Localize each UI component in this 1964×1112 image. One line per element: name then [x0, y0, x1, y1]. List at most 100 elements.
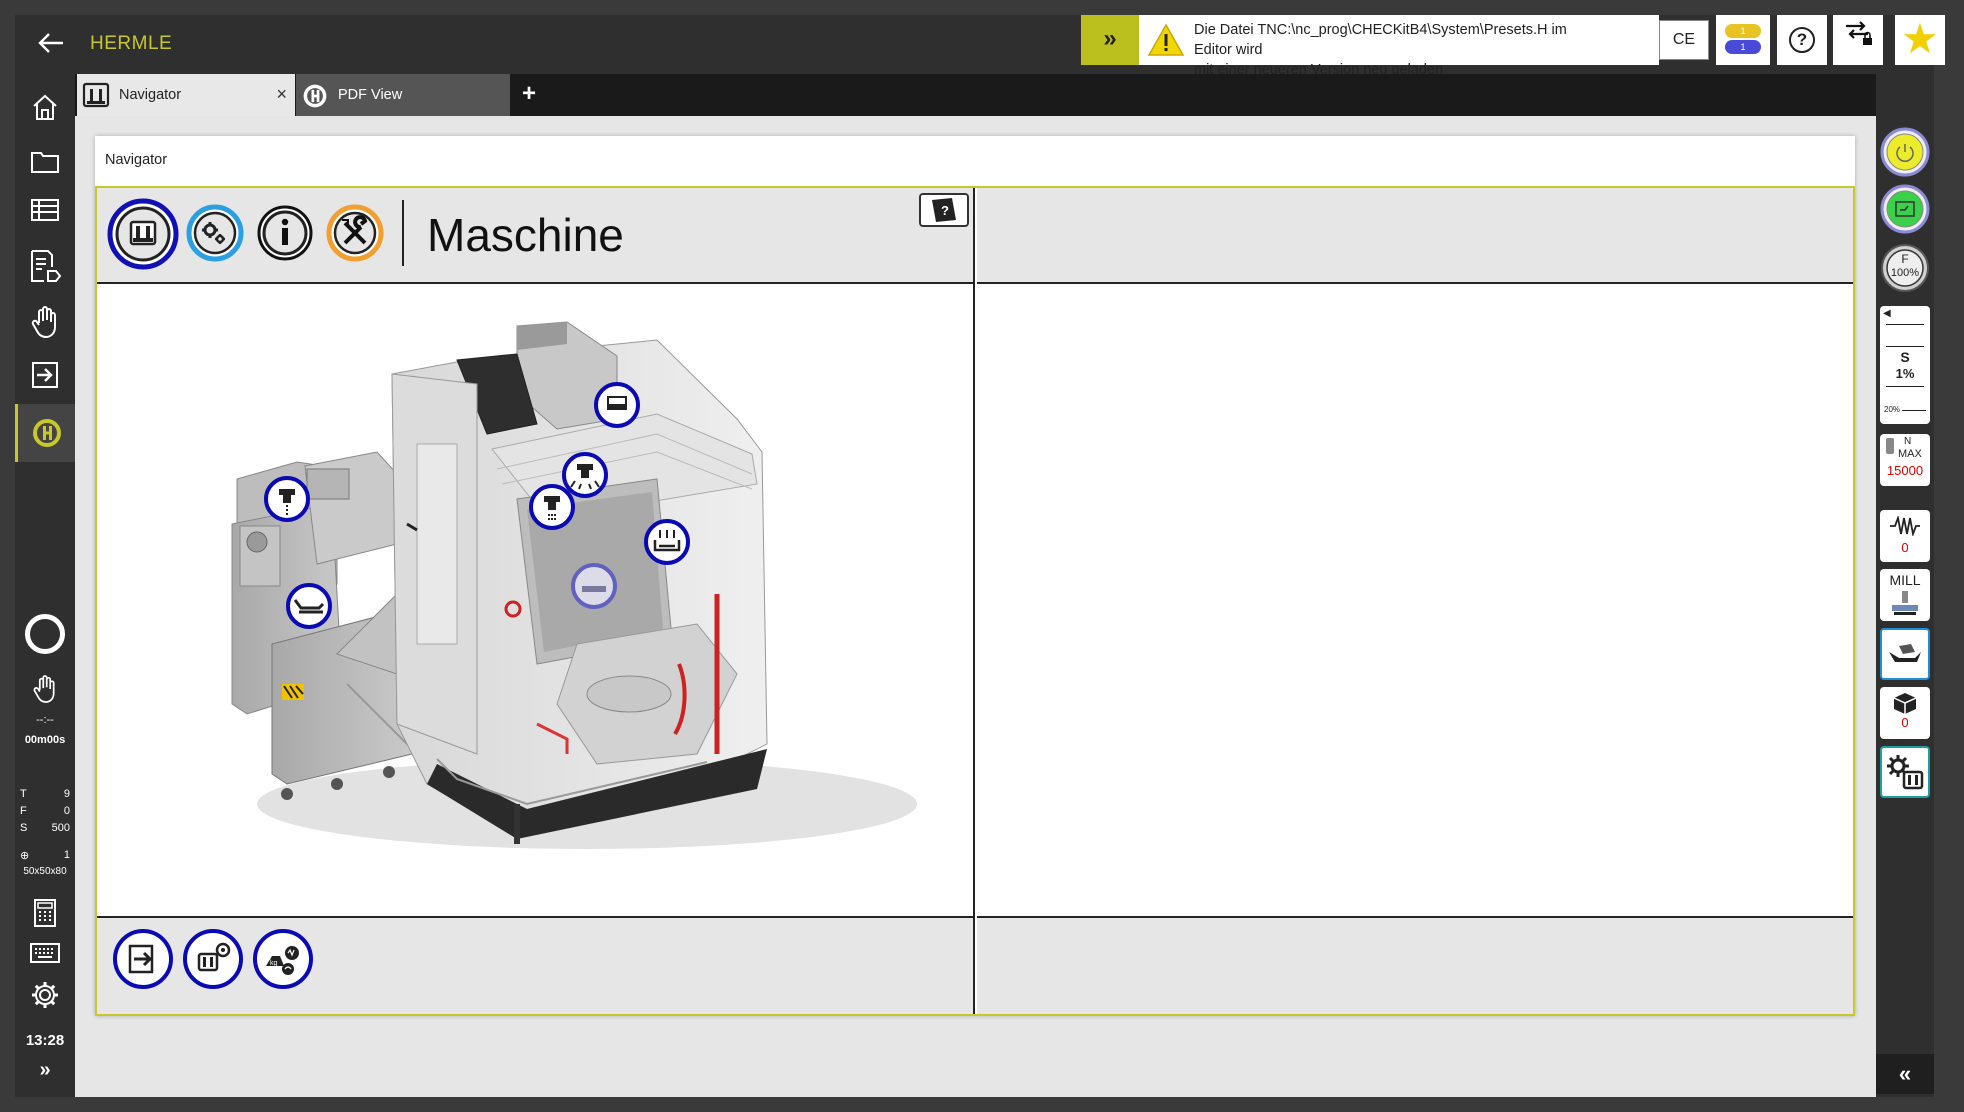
tab-bar: Navigator × PDF View + — [75, 74, 1876, 116]
hotspot-coolant-unit — [264, 476, 310, 522]
details-footer — [977, 916, 1853, 1014]
home-icon[interactable] — [15, 82, 75, 130]
tab-navigator-label: Navigator — [119, 87, 182, 103]
service-tools-icon[interactable] — [325, 203, 395, 273]
feed-label: F — [1901, 252, 1909, 266]
sidebar-expand-button[interactable]: » — [15, 1059, 75, 1082]
ce-button[interactable]: CE — [1659, 20, 1709, 60]
help-icon: ? — [1789, 27, 1815, 53]
tab-navigator[interactable]: Navigator × — [77, 74, 295, 116]
top-bar: HERMLE » Die Datei TNC:\nc_prog\CHECKitB… — [15, 15, 1945, 78]
folder-icon[interactable] — [15, 139, 75, 187]
power-on-icon[interactable] — [1880, 127, 1930, 182]
right-sidebar: F 100% ◀ S 1% 20% N MAX 15000 0 MILL 0 « — [1876, 116, 1934, 1097]
svg-text:?: ? — [941, 203, 949, 218]
info-icon[interactable] — [255, 203, 325, 273]
load-monitor-hotkey-icon[interactable]: kg — [252, 928, 314, 990]
spindle-tool-icon — [1886, 438, 1894, 454]
mill-tool-icon — [1892, 591, 1918, 615]
machine-icon — [82, 82, 110, 108]
hotspot-table — [571, 563, 617, 609]
panel-title: Navigator — [105, 152, 168, 168]
notification-bar[interactable]: » Die Datei TNC:\nc_prog\CHECKitB4\Syste… — [1081, 15, 1659, 78]
close-icon[interactable]: × — [276, 84, 287, 105]
tab-pdf-view-label: PDF View — [338, 87, 403, 103]
mill-label: MILL — [1889, 572, 1921, 588]
details-column — [977, 188, 1853, 1014]
parts-count: 0 — [1901, 715, 1909, 730]
calculator-icon[interactable] — [15, 894, 75, 934]
nmax-value: 15000 — [1886, 463, 1924, 478]
add-tab-button[interactable]: + — [522, 80, 536, 108]
handwheel-hand-icon[interactable] — [15, 664, 75, 712]
help-button[interactable]: ? — [1777, 15, 1827, 65]
machine-settings-hotkey-icon[interactable] — [182, 928, 244, 990]
workpiece-cube-icon — [1893, 693, 1917, 714]
mill-mode-button[interactable]: MILL — [1880, 569, 1930, 621]
machine-illustration — [97, 284, 975, 914]
documentation-book-icon[interactable]: ? — [918, 192, 970, 228]
navigator-panel: Navigator Maschine kg ? — [95, 136, 1855, 1016]
slider-pointer-icon: ◀ — [1883, 308, 1891, 319]
machine-column: Maschine kg — [97, 188, 975, 1014]
keyboard-icon[interactable] — [15, 936, 75, 972]
notification-line-1: Die Datei TNC:\nc_prog\CHECKitB4\System\… — [1194, 22, 1567, 58]
program-edit-icon[interactable] — [15, 239, 75, 287]
details-header — [977, 188, 1853, 284]
favorites-star-button[interactable]: ★ — [1895, 15, 1945, 65]
settings-gears-icon[interactable] — [185, 203, 255, 273]
swap-lock-icon — [1846, 21, 1872, 45]
machine-header: Maschine — [97, 188, 973, 284]
program-count-top: 1 — [1725, 24, 1761, 38]
hotspot-pallet — [644, 519, 690, 565]
fixture-icon — [1889, 644, 1921, 662]
program-run-icon[interactable] — [15, 350, 75, 398]
hotspot-spindle-coolant — [562, 452, 608, 498]
left-sidebar: --:-- 00m00s T9 F0 S 500 ⊕ 1 50x50x80 13:2… — [15, 74, 75, 1097]
hotspot-magazine — [594, 382, 640, 428]
mode-title: Maschine — [427, 209, 624, 261]
svg-text:kg: kg — [270, 960, 278, 967]
machine-mode-icon[interactable] — [107, 198, 179, 270]
elapsed-time: 00m00s — [24, 734, 66, 746]
hotspot-spindle — [529, 484, 575, 530]
blank-size: 50x50x80 — [23, 866, 67, 877]
table-icon[interactable] — [15, 187, 75, 235]
machine-ready-icon[interactable] — [1880, 184, 1930, 239]
warning-icon — [1147, 23, 1185, 57]
hermle-app-icon[interactable] — [15, 404, 75, 462]
switch-lock-button[interactable] — [1833, 15, 1883, 65]
hermle-logo-icon — [301, 82, 329, 108]
settings-gear-icon[interactable] — [15, 976, 75, 1016]
spindle-override-slider[interactable]: ◀ S 1% 20% — [1880, 306, 1930, 424]
program-count-bottom: 1 — [1725, 40, 1761, 54]
tab-pdf-view[interactable]: PDF View — [296, 74, 510, 116]
gear-machine-icon — [1887, 755, 1924, 790]
machine-footer: kg — [97, 916, 973, 1014]
parts-counter-button[interactable]: 0 — [1880, 687, 1930, 739]
feed-override-knob-icon[interactable]: F 100% — [1880, 243, 1930, 293]
back-arrow-icon[interactable] — [29, 27, 73, 63]
nmax-n-label: N — [1904, 436, 1912, 447]
spindle-min-value: 20% — [1884, 405, 1901, 414]
sidebar-collapse-button[interactable]: « — [1876, 1054, 1934, 1094]
feed-override-value: 100% — [1890, 267, 1920, 279]
notification-expand-button[interactable]: » — [1081, 15, 1139, 65]
spindle-override-value: 1% — [1895, 366, 1915, 381]
spindle-nmax-indicator[interactable]: N MAX 15000 — [1880, 434, 1930, 486]
nmax-max-label: MAX — [1898, 448, 1922, 460]
program-run-hotkey-icon[interactable] — [112, 928, 174, 990]
fixture-button[interactable] — [1880, 628, 1930, 680]
hotspot-chip-conveyor — [286, 583, 332, 629]
main-area: Navigator Maschine kg ? — [75, 116, 1876, 1097]
notification-text: Die Datei TNC:\nc_prog\CHECKitB4\System\… — [1194, 20, 1594, 80]
app-title: HERMLE — [90, 33, 173, 54]
vibration-monitor-button[interactable]: 0 — [1880, 510, 1930, 562]
program-status-circle-icon — [25, 614, 65, 654]
header-separator — [402, 200, 404, 266]
program-status-button[interactable]: 1 1 — [1716, 15, 1770, 65]
machine-settings-button[interactable] — [1880, 746, 1930, 798]
navigator-grid: Maschine kg ? — [95, 186, 1855, 1016]
vibration-wave-icon — [1890, 514, 1920, 538]
manual-hand-icon[interactable] — [15, 295, 75, 343]
